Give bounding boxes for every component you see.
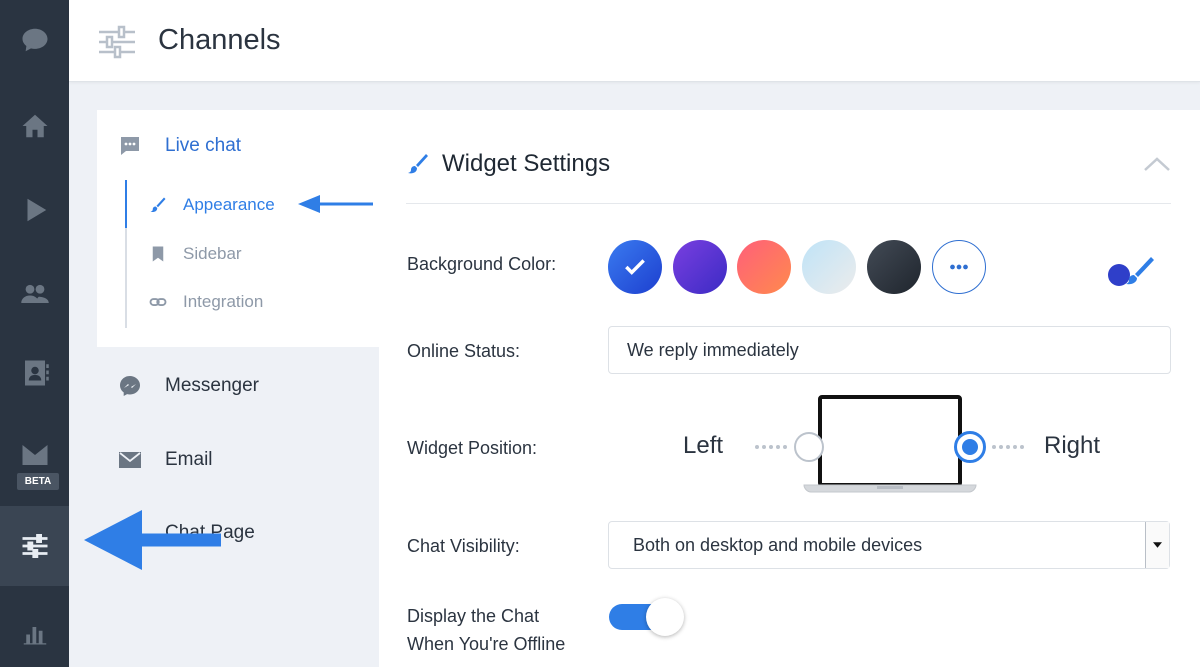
custom-color-picker-icon[interactable] [1107, 255, 1157, 291]
online-status-input[interactable] [608, 326, 1171, 374]
chat-visibility-value: Both on desktop and mobile devices [633, 535, 923, 555]
color-swatch-coral[interactable] [737, 240, 791, 294]
color-swatch-dark[interactable] [867, 240, 921, 294]
nav-messenger[interactable]: Messenger [117, 373, 259, 399]
nav-live-chat-label: Live chat [165, 135, 242, 156]
nav-chat-page-label: Chat Page [165, 522, 255, 543]
bookmark-icon [152, 246, 164, 262]
check-icon [625, 259, 645, 275]
nav-chat-page[interactable]: Chat Page [117, 520, 255, 546]
rail-chat[interactable] [0, 0, 69, 80]
offline-toggle[interactable] [609, 598, 685, 636]
toggle-knob [646, 598, 684, 636]
submenu-active-indicator [125, 180, 127, 228]
email-icon [22, 445, 47, 465]
messenger-icon [120, 376, 140, 396]
sub-item-appearance[interactable]: Appearance [149, 195, 275, 215]
caret-down-icon [1153, 542, 1162, 548]
brush-icon [408, 154, 428, 174]
chat-page-icon [121, 524, 139, 542]
nav-messenger-label: Messenger [165, 375, 259, 396]
chevron-up-icon[interactable] [1142, 154, 1172, 174]
panel-title: Widget Settings [442, 150, 611, 177]
chat-bubble-icon [121, 137, 139, 155]
color-swatch-light-blue[interactable] [802, 240, 856, 294]
offline-label-line2: When You're Offline [407, 634, 566, 654]
rail-analytics[interactable] [0, 592, 69, 667]
page-title: Channels [158, 24, 281, 56]
brush-icon [150, 197, 166, 213]
envelope-icon [119, 452, 141, 468]
link-icon [149, 298, 167, 306]
beta-badge: BETA [17, 473, 59, 490]
rail-contacts[interactable] [0, 253, 69, 333]
live-chat-section: Live chat Appearance Sidebar Integration [97, 110, 379, 347]
page-header: Channels [69, 0, 1200, 82]
color-swatch-purple[interactable] [673, 240, 727, 294]
home-icon [22, 114, 47, 138]
radio-selected-dot [962, 439, 978, 455]
position-left-radio[interactable] [794, 432, 824, 462]
channel-nav: Live chat Appearance Sidebar Integration… [97, 110, 379, 667]
position-right-radio[interactable] [954, 431, 986, 463]
sliders-icon [22, 534, 47, 558]
online-status-label: Online Status: [407, 341, 521, 361]
background-color-label: Background Color: [407, 254, 557, 274]
divider [406, 203, 1171, 204]
nav-email-label: Email [165, 449, 213, 470]
widget-position-label: Widget Position: [407, 438, 538, 458]
position-left-label: Left [683, 432, 724, 459]
sub-item-label: Appearance [183, 195, 275, 214]
play-icon [27, 198, 46, 222]
select-arrow[interactable] [1145, 522, 1169, 568]
bar-chart-icon [23, 627, 46, 645]
panel-heading: Widget Settings [406, 150, 610, 178]
sub-item-label: Integration [183, 292, 264, 311]
more-dots-icon [950, 264, 968, 270]
widget-settings-panel: Widget Settings Background Color: Online… [379, 110, 1200, 667]
chat-visibility-select[interactable]: Both on desktop and mobile devices [608, 521, 1170, 569]
color-swatch-blue[interactable] [608, 240, 662, 294]
left-rail: BETA [0, 0, 69, 667]
sliders-icon [99, 25, 135, 59]
rail-home[interactable] [0, 86, 69, 166]
sub-item-integration[interactable]: Integration [149, 292, 263, 312]
rail-address-book[interactable] [0, 333, 69, 413]
chat-visibility-label: Chat Visibility: [407, 536, 520, 556]
position-right-label: Right [1044, 432, 1101, 459]
offline-label-line1: Display the Chat [407, 606, 540, 626]
laptop-position-selector [755, 395, 1024, 493]
nav-email[interactable]: Email [117, 447, 213, 473]
rail-play[interactable] [0, 170, 69, 250]
chat-bubble-icon [22, 28, 47, 52]
sub-item-sidebar[interactable]: Sidebar [149, 244, 242, 264]
users-icon [20, 284, 49, 303]
sub-item-label: Sidebar [183, 244, 242, 263]
rail-channels[interactable] [0, 506, 69, 586]
nav-live-chat[interactable]: Live chat [117, 133, 241, 159]
address-book-icon [24, 360, 49, 386]
color-swatch-more[interactable] [932, 240, 986, 294]
